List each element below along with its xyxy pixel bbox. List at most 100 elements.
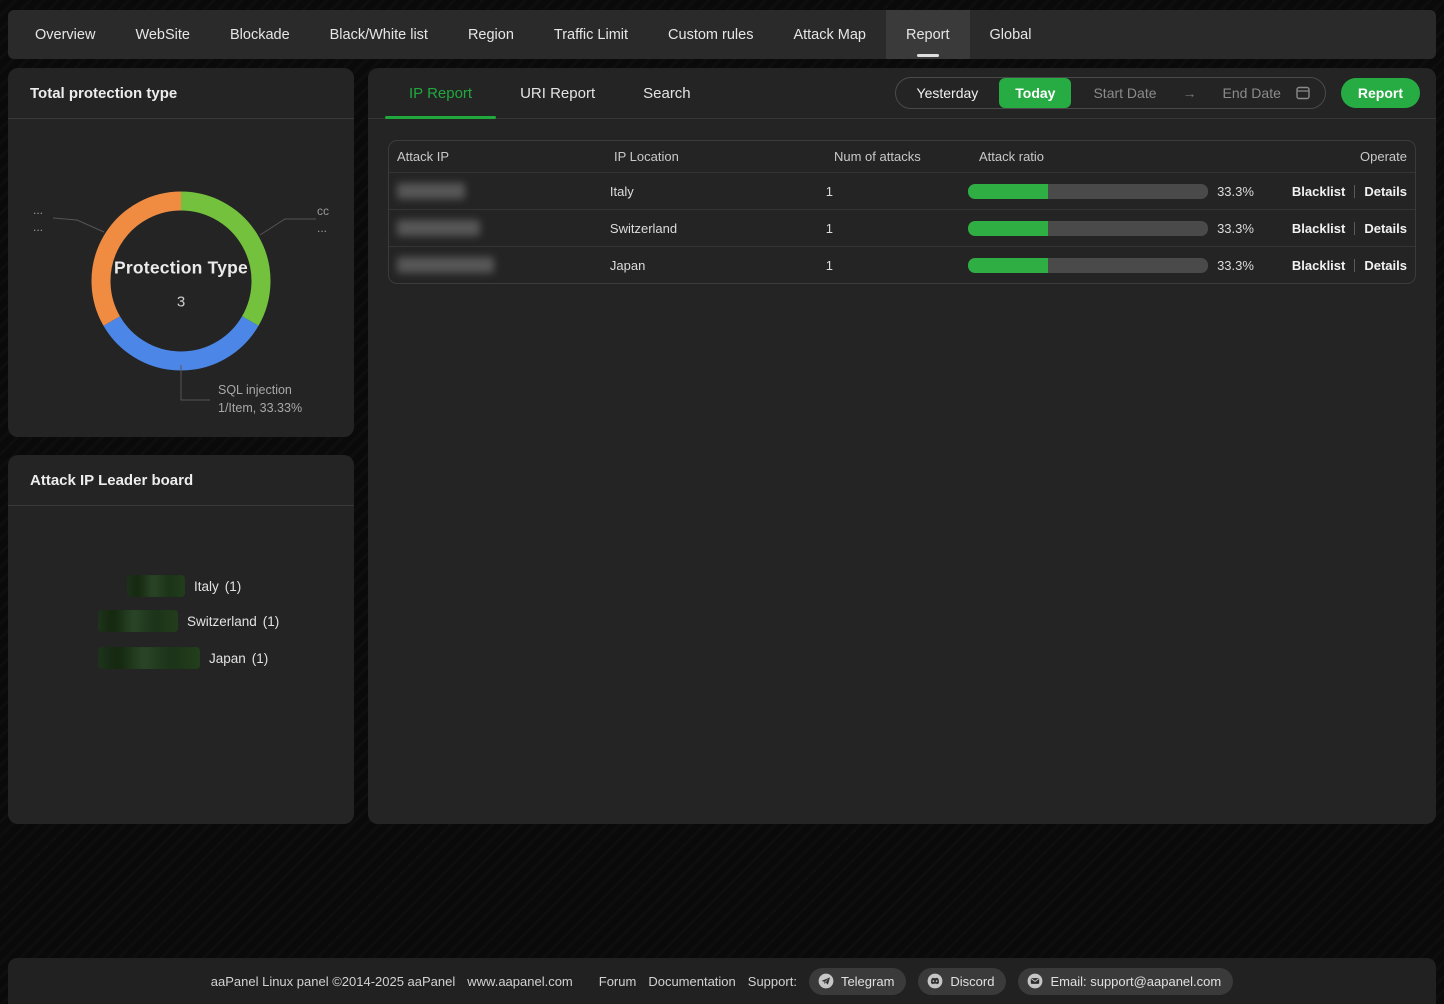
- table-row: Japan 1 33.3% Blacklist Details: [389, 246, 1415, 283]
- attacks-count-cell: 1: [826, 221, 968, 236]
- ratio-value: 33.3%: [1217, 221, 1254, 236]
- leaderboard-panel-header: Attack IP Leader board: [8, 455, 354, 506]
- donut-segment-sql-injection[interactable]: [112, 321, 251, 361]
- discord-icon: [927, 973, 943, 989]
- callout-left-name: ...: [33, 202, 43, 219]
- footer-website-link[interactable]: www.aapanel.com: [467, 974, 573, 989]
- leaderboard-label: Italy (1): [194, 579, 241, 594]
- blacklist-link[interactable]: Blacklist: [1292, 221, 1345, 236]
- donut-segment-cc[interactable]: [181, 201, 261, 321]
- blacklist-link[interactable]: Blacklist: [1292, 258, 1345, 273]
- report-button[interactable]: Report: [1341, 78, 1420, 108]
- leaderboard-bar-redacted-ip[interactable]: [98, 610, 178, 632]
- donut-segment-other[interactable]: [101, 201, 181, 321]
- date-range-picker: Start Date → End Date: [1071, 85, 1324, 101]
- leaderboard-label: Switzerland (1): [187, 614, 279, 629]
- callout-line-left: [53, 218, 104, 232]
- telegram-button[interactable]: Telegram: [809, 968, 906, 995]
- email-icon: [1027, 973, 1043, 989]
- nav-tab-region[interactable]: Region: [448, 10, 534, 59]
- attacks-count-cell: 1: [826, 184, 968, 199]
- callout-right-name: cc: [317, 203, 329, 220]
- leaderboard-count: (1): [263, 614, 280, 629]
- total-protection-panel: Total protection type Protection Type 3 …: [8, 68, 354, 437]
- details-link[interactable]: Details: [1364, 221, 1407, 236]
- footer-support-label: Support:: [748, 974, 797, 989]
- location-cell: Japan: [610, 258, 826, 273]
- leaderboard-bar-redacted-ip[interactable]: [98, 647, 200, 669]
- callout-left: ... ...: [33, 202, 43, 236]
- operate-divider: [1354, 259, 1355, 272]
- footer-copyright: aaPanel Linux panel ©2014-2025 aaPanel: [211, 974, 456, 989]
- footer-forum-link[interactable]: Forum: [599, 974, 637, 989]
- email-button[interactable]: Email: support@aapanel.com: [1018, 968, 1233, 995]
- callout-line-right: [260, 219, 316, 235]
- leaderboard-count: (1): [252, 651, 269, 666]
- top-nav-bar: Overview WebSite Blockade Black/White li…: [8, 10, 1436, 59]
- protection-donut-chart: Protection Type 3 ... ... cc ... SQL inj…: [8, 119, 354, 436]
- nav-tab-attack-map[interactable]: Attack Map: [773, 10, 886, 59]
- end-date-input[interactable]: End Date: [1223, 85, 1281, 101]
- nav-tab-black-white-list[interactable]: Black/White list: [310, 10, 448, 59]
- ratio-bar-track: [968, 258, 1208, 273]
- protection-panel-header: Total protection type: [8, 68, 354, 119]
- leaderboard-row: Italy (1): [127, 574, 241, 598]
- header-attack-ip: Attack IP: [397, 149, 614, 164]
- tab-search[interactable]: Search: [619, 68, 715, 118]
- leaderboard-country: Japan: [209, 651, 246, 666]
- redacted-attack-ip: [397, 183, 465, 199]
- nav-tab-blockade[interactable]: Blockade: [210, 10, 310, 59]
- attacks-table: Attack IP IP Location Num of attacks Att…: [388, 140, 1416, 284]
- nav-tab-report[interactable]: Report: [886, 10, 970, 59]
- ratio-value: 33.3%: [1217, 184, 1254, 199]
- report-header: IP Report URI Report Search Yesterday To…: [368, 68, 1436, 119]
- leaderboard-row: Switzerland (1): [98, 609, 279, 633]
- start-date-input[interactable]: Start Date: [1093, 85, 1156, 101]
- leaderboard-country: Switzerland: [187, 614, 257, 629]
- donut-chart-svg: [8, 119, 354, 436]
- date-range-arrow-icon: →: [1157, 85, 1223, 101]
- ratio-bar-track: [968, 221, 1208, 236]
- discord-button[interactable]: Discord: [918, 968, 1006, 995]
- blacklist-link[interactable]: Blacklist: [1292, 184, 1345, 199]
- nav-tab-website[interactable]: WebSite: [115, 10, 210, 59]
- telegram-icon: [818, 973, 834, 989]
- report-panel: IP Report URI Report Search Yesterday To…: [368, 68, 1436, 824]
- attacks-count-cell: 1: [826, 258, 968, 273]
- details-link[interactable]: Details: [1364, 258, 1407, 273]
- operate-divider: [1354, 222, 1355, 235]
- ratio-bar-fill: [968, 221, 1048, 236]
- leaderboard-bar-redacted-ip[interactable]: [127, 575, 185, 597]
- today-button[interactable]: Today: [999, 78, 1071, 108]
- callout-left-value: ...: [33, 219, 43, 236]
- callout-bottom: SQL injection 1/Item, 33.33%: [218, 381, 302, 417]
- ratio-bar-track: [968, 184, 1208, 199]
- callout-right: cc ...: [317, 203, 329, 237]
- operate-divider: [1354, 185, 1355, 198]
- table-row: Italy 1 33.3% Blacklist Details: [389, 172, 1415, 209]
- leaderboard-panel-title: Attack IP Leader board: [30, 472, 193, 489]
- nav-tab-global[interactable]: Global: [970, 10, 1052, 59]
- nav-tab-overview[interactable]: Overview: [8, 10, 115, 59]
- callout-bottom-value: 1/Item, 33.33%: [218, 399, 302, 417]
- header-attack-ratio: Attack ratio: [979, 149, 1309, 164]
- leaderboard-chart: Italy (1) Switzerland (1) Japan (1): [8, 506, 354, 823]
- tab-ip-report[interactable]: IP Report: [385, 68, 496, 118]
- callout-right-value: ...: [317, 220, 329, 237]
- attack-ip-leaderboard-panel: Attack IP Leader board Italy (1) Switzer…: [8, 455, 354, 824]
- header-ip-location: IP Location: [614, 149, 834, 164]
- nav-tab-traffic-limit[interactable]: Traffic Limit: [534, 10, 648, 59]
- date-controls: Yesterday Today Start Date → End Date Re…: [895, 77, 1420, 109]
- tab-uri-report[interactable]: URI Report: [496, 68, 619, 118]
- table-header-row: Attack IP IP Location Num of attacks Att…: [389, 141, 1415, 172]
- ratio-value: 33.3%: [1217, 258, 1254, 273]
- yesterday-button[interactable]: Yesterday: [896, 78, 1000, 108]
- protection-panel-title: Total protection type: [30, 85, 177, 102]
- nav-tab-custom-rules[interactable]: Custom rules: [648, 10, 773, 59]
- header-num-attacks: Num of attacks: [834, 149, 979, 164]
- leaderboard-row: Japan (1): [98, 646, 268, 670]
- details-link[interactable]: Details: [1364, 184, 1407, 199]
- calendar-icon[interactable]: [1295, 85, 1311, 101]
- date-range-group: Yesterday Today Start Date → End Date: [895, 77, 1326, 109]
- footer-docs-link[interactable]: Documentation: [648, 974, 735, 989]
